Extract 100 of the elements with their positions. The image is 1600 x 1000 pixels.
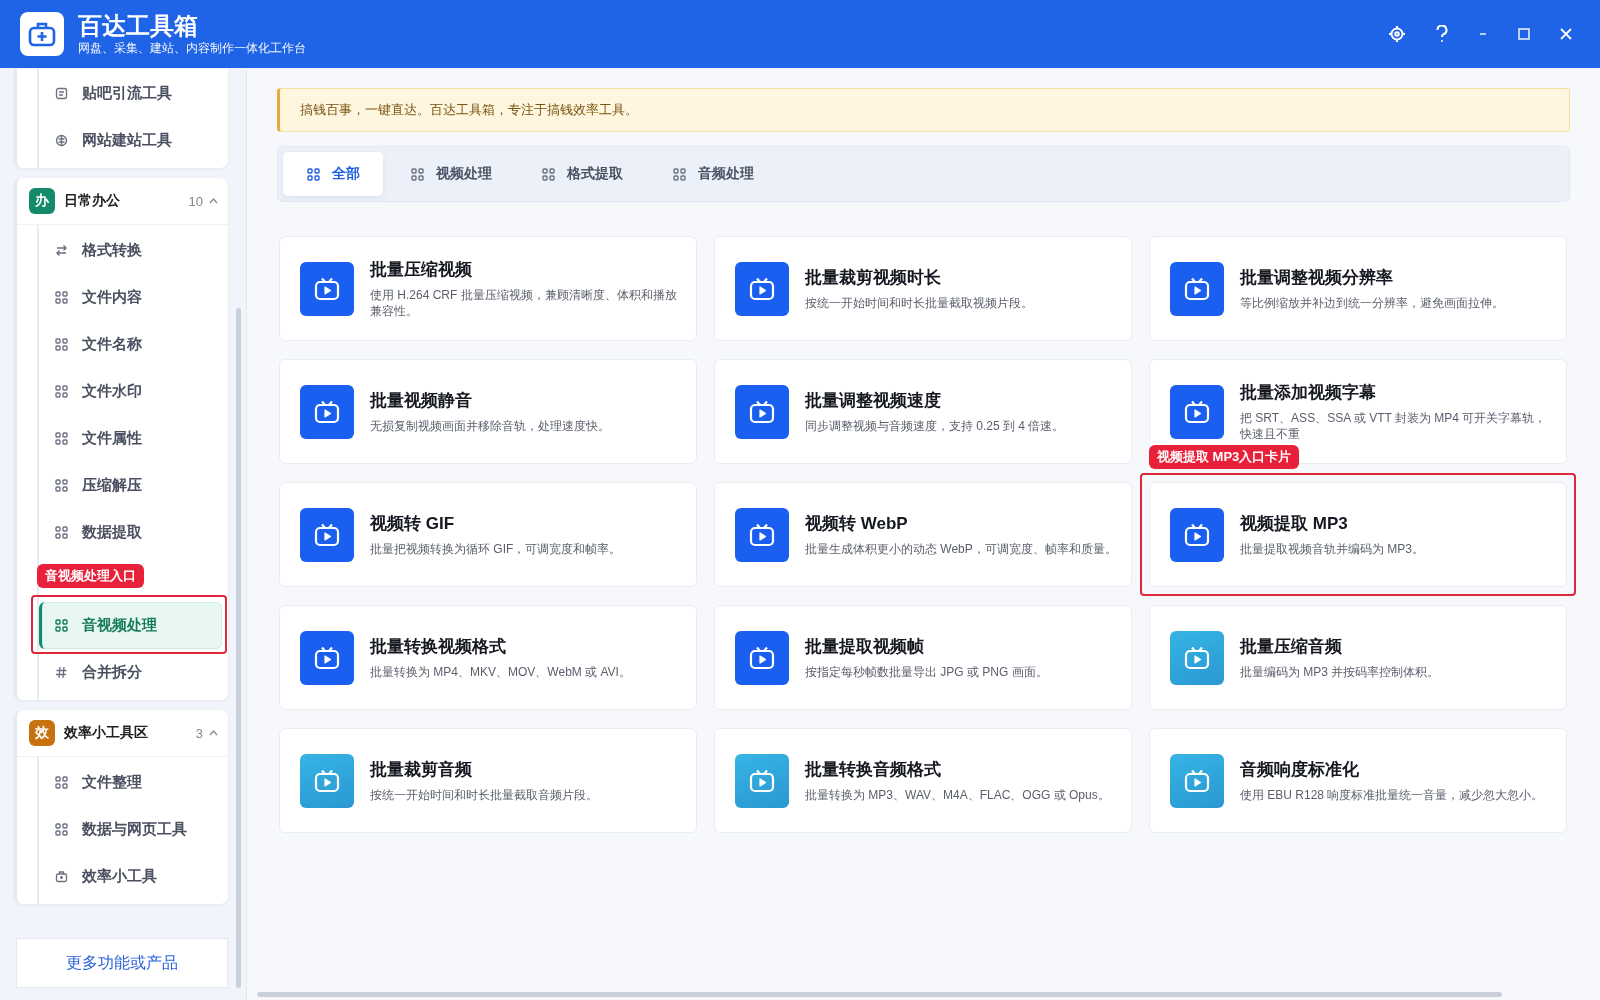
card-title: 视频转 GIF (370, 513, 456, 535)
card-title: 批量添加视频字幕 (1240, 382, 1377, 404)
video-player-icon (1170, 261, 1224, 316)
card-description: 同步调整视频与音频速度，支持 0.25 到 4 倍速。 (805, 418, 1065, 434)
card-title: 视频提取 MP3 (1240, 513, 1349, 535)
grid-icon (55, 338, 68, 351)
card-title: 批量转换视频格式 (370, 636, 507, 658)
grid-icon (55, 385, 68, 398)
sidebar-item[interactable]: 压缩解压 (39, 462, 222, 509)
tool-card[interactable]: 视频提取 MP3 批量提取视频音轨并编码为 MP3。 (1149, 482, 1567, 587)
close-icon[interactable] (1560, 28, 1572, 40)
video-player-icon (1170, 630, 1224, 685)
card-description: 批量提取视频音轨并编码为 MP3。 (1240, 541, 1424, 557)
card-title: 批量调整视频速度 (805, 390, 942, 412)
tool-card[interactable]: 批量视频静音 无损复制视频画面并移除音轨，处理速度快。 (279, 359, 697, 464)
sidebar-item[interactable]: 网站建站工具 (39, 117, 222, 164)
card-description: 按指定每秒帧数批量导出 JPG 或 PNG 画面。 (805, 664, 1048, 680)
chevron-icon[interactable] (209, 730, 218, 736)
tool-card[interactable]: 视频转 WebP 批量生成体积更小的动态 WebP，可调宽度、帧率和质量。 (714, 482, 1132, 587)
video-player-icon (1170, 384, 1224, 439)
settings-icon[interactable] (1388, 25, 1406, 43)
tool-card[interactable]: 批量调整视频分辨率 等比例缩放并补边到统一分辨率，避免画面拉伸。 (1149, 236, 1567, 341)
card-title: 批量裁剪音频 (370, 759, 473, 781)
scrollbar[interactable] (257, 992, 1502, 997)
sidebar-item[interactable]: 文件内容 (39, 274, 222, 321)
video-player-icon (1170, 753, 1224, 808)
group-badge: 效 (29, 720, 55, 746)
tool-card[interactable]: 批量压缩视频 使用 H.264 CRF 批量压缩视频，兼顾清晰度、体积和播放兼容性。 (279, 236, 697, 341)
card-description: 把 SRT、ASS、SSA 或 VTT 封装为 MP4 可开关字幕轨，快速且不重 (1240, 410, 1548, 442)
video-player-icon (300, 261, 354, 316)
card-title: 批量提取视频帧 (805, 636, 925, 658)
card-description: 使用 H.264 CRF 批量压缩视频，兼顾清晰度、体积和播放兼容性。 (370, 287, 678, 319)
sidebar-item[interactable]: 文件整理 (39, 759, 222, 806)
category-tab[interactable]: 格式提取 (518, 152, 645, 196)
grid-icon (55, 526, 68, 539)
category-tab[interactable]: 视频处理 (387, 152, 514, 196)
video-player-icon (300, 630, 354, 685)
category-tab[interactable]: 音频处理 (649, 152, 776, 196)
globe-icon (55, 134, 68, 147)
video-player-icon (1170, 507, 1224, 562)
card-title: 批量裁剪视频时长 (805, 267, 942, 289)
video-player-icon (735, 507, 789, 562)
card-title: 批量视频静音 (370, 390, 473, 412)
video-player-icon (735, 753, 789, 808)
card-description: 无损复制视频画面并移除音轨，处理速度快。 (370, 418, 610, 434)
sidebar-item[interactable]: 格式转换 (39, 227, 222, 274)
sidebar-item[interactable]: 音视频处理 (39, 602, 222, 649)
help-icon[interactable] (1436, 25, 1448, 43)
sidebar-item[interactable]: 合并拆分 (39, 649, 222, 696)
card-description: 批量把视频转换为循环 GIF，可调宽度和帧率。 (370, 541, 622, 557)
swap-arrows-icon (55, 244, 68, 257)
card-description: 等比例缩放并补边到统一分辨率，避免画面拉伸。 (1240, 295, 1504, 311)
toolbox-logo-icon (20, 12, 64, 56)
sidebar-item[interactable]: 数据提取 (39, 509, 222, 556)
video-player-icon (735, 630, 789, 685)
tool-card[interactable]: 批量转换视频格式 批量转换为 MP4、MKV、MOV、WebM 或 AVI。 (279, 605, 697, 710)
sidebar-item[interactable]: 文件水印 (39, 368, 222, 415)
card-description: 批量转换为 MP4、MKV、MOV、WebM 或 AVI。 (370, 664, 631, 680)
tool-card[interactable]: 视频转 GIF 批量把视频转换为循环 GIF，可调宽度和帧率。 (279, 482, 697, 587)
group-header[interactable]: 效 效率小工具区 3 (17, 710, 228, 757)
more-products-button[interactable]: 更多功能或产品 (16, 938, 228, 988)
maximize-icon[interactable] (1518, 28, 1530, 40)
grid-icon (55, 432, 68, 445)
sidebar-item[interactable]: 数据与网页工具 (39, 806, 222, 853)
tool-card[interactable]: 批量提取视频帧 按指定每秒帧数批量导出 JPG 或 PNG 画面。 (714, 605, 1132, 710)
video-player-icon (300, 384, 354, 439)
chevron-icon[interactable] (209, 198, 218, 204)
app-title: 百达工具箱 (78, 11, 199, 40)
category-tab[interactable]: 全部 (283, 152, 383, 196)
card-title: 批量转换音频格式 (805, 759, 942, 781)
scrollbar[interactable] (236, 308, 241, 988)
sidebar-item[interactable]: 贴吧引流工具 (39, 70, 222, 117)
group-header[interactable]: 办 日常办公 10 (17, 178, 228, 225)
note-icon (55, 87, 68, 100)
tool-card[interactable]: 批量调整视频速度 同步调整视频与音频速度，支持 0.25 到 4 倍速。 (714, 359, 1132, 464)
card-title: 视频转 WebP (805, 513, 909, 535)
video-player-icon (300, 507, 354, 562)
grid-icon (673, 167, 686, 181)
tool-card[interactable]: 批量压缩音频 批量编码为 MP3 并按码率控制体积。 (1149, 605, 1567, 710)
tool-card[interactable]: 批量裁剪音频 按统一开始时间和时长批量截取音频片段。 (279, 728, 697, 833)
app-subtitle: 网盘、采集、建站、内容制作一体化工作台 (78, 39, 306, 57)
card-description: 使用 EBU R128 响度标准批量统一音量，减少忽大忽小。 (1240, 787, 1544, 803)
card-title: 音频响度标准化 (1240, 759, 1360, 781)
callout-label: 音视频处理入口 (37, 564, 144, 588)
card-description: 按统一开始时间和时长批量截取音频片段。 (370, 787, 598, 803)
sidebar-item[interactable]: 文件属性 (39, 415, 222, 462)
grid-icon (55, 823, 68, 836)
tool-card[interactable]: 音频响度标准化 使用 EBU R128 响度标准批量统一音量，减少忽大忽小。 (1149, 728, 1567, 833)
grid-icon (55, 619, 68, 632)
grid-icon (307, 167, 320, 181)
card-title: 批量调整视频分辨率 (1240, 267, 1394, 289)
video-player-icon (300, 753, 354, 808)
notice-text: 搞钱百事，一键直达。百达工具箱，专注于搞钱效率工具。 (300, 101, 638, 119)
sidebar-item[interactable]: 效率小工具 (39, 853, 222, 900)
card-title: 批量压缩视频 (370, 259, 473, 281)
tool-card[interactable]: 批量转换音频格式 批量转换为 MP3、WAV、M4A、FLAC、OGG 或 Opus。 (714, 728, 1132, 833)
tool-card[interactable]: 批量裁剪视频时长 按统一开始时间和时长批量截取视频片段。 (714, 236, 1132, 341)
sidebar-item[interactable]: 文件名称 (39, 321, 222, 368)
grid-icon (55, 479, 68, 492)
grid-icon (55, 291, 68, 304)
